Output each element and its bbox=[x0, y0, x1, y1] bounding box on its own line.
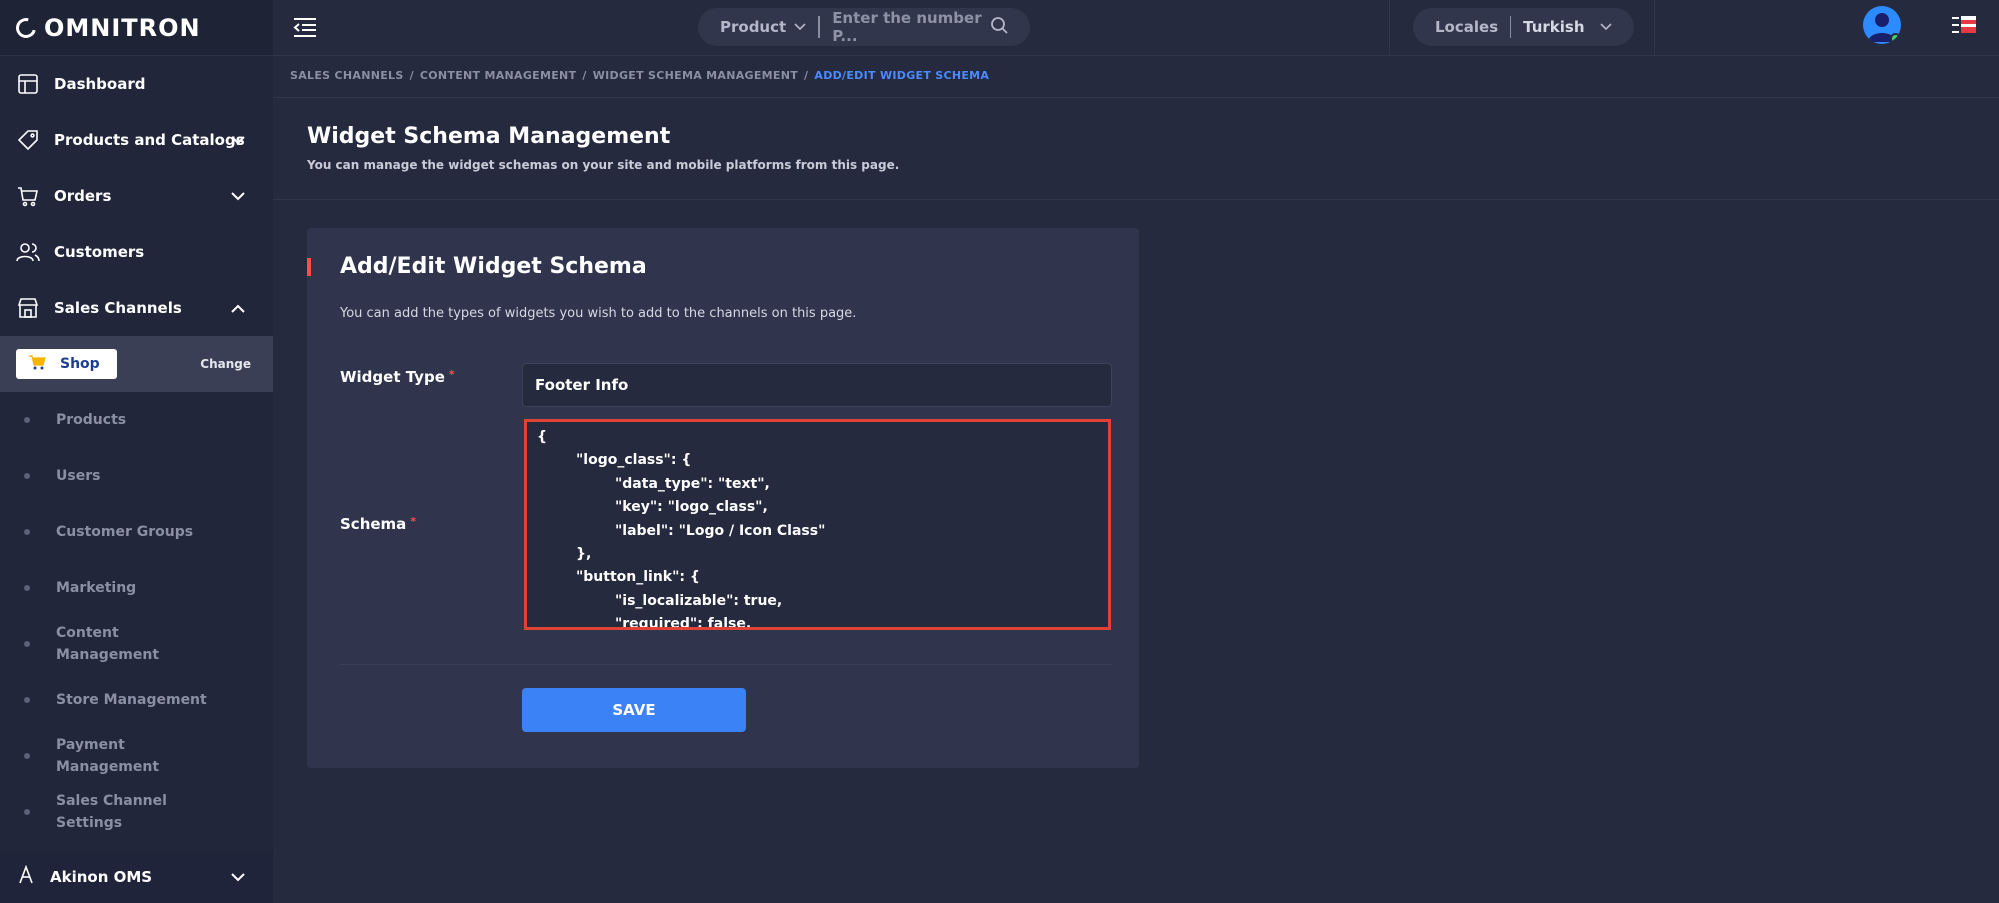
schema-textarea[interactable]: { "logo_class": { "data_type": "text", "… bbox=[524, 419, 1111, 630]
divider bbox=[340, 664, 1112, 665]
sidebar-subitem-customer-groups[interactable]: Customer Groups bbox=[0, 504, 273, 560]
breadcrumb-item[interactable]: WIDGET SCHEMA MANAGEMENT bbox=[593, 69, 798, 82]
tag-icon bbox=[16, 128, 40, 152]
sidebar-subitem-store-management[interactable]: Store Management bbox=[0, 672, 273, 728]
divider bbox=[1654, 0, 1655, 56]
sidebar-item-label: Sales Channels bbox=[54, 299, 182, 317]
divider bbox=[1510, 16, 1512, 38]
divider bbox=[273, 97, 1999, 98]
cart-icon bbox=[16, 184, 40, 208]
locale-selector[interactable]: Locales Turkish bbox=[1413, 8, 1634, 46]
sidebar-item-orders[interactable]: Orders bbox=[0, 168, 273, 224]
sidebar-subitem-content-management[interactable]: Content Management bbox=[0, 616, 273, 672]
card-title: Add/Edit Widget Schema bbox=[340, 254, 647, 279]
breadcrumb-item[interactable]: SALES CHANNELS bbox=[290, 69, 404, 82]
search-icon[interactable] bbox=[990, 16, 1008, 38]
schema-label: Schema * bbox=[340, 515, 417, 533]
sidebar-item-akinon-oms[interactable]: Akinon OMS bbox=[0, 851, 273, 903]
page-title: Widget Schema Management bbox=[307, 124, 671, 149]
avatar[interactable] bbox=[1863, 6, 1901, 44]
bullet-icon bbox=[24, 641, 30, 647]
change-channel-link[interactable]: Change bbox=[200, 357, 251, 371]
sidebar-item-dashboard[interactable]: Dashboard bbox=[0, 56, 273, 112]
sidebar: OMNITRON Dashboard Products and Catalogs… bbox=[0, 0, 273, 903]
omnitron-logo-icon bbox=[12, 13, 40, 42]
divider bbox=[1389, 0, 1390, 56]
sidebar-item-label: Dashboard bbox=[54, 75, 146, 93]
bullet-icon bbox=[24, 529, 30, 535]
menu-collapse-icon[interactable] bbox=[293, 16, 317, 42]
widget-type-select[interactable]: Footer Info bbox=[522, 363, 1112, 407]
widget-type-label: Widget Type * bbox=[340, 368, 455, 386]
top-bar: Product Enter the number P... Locales Tu… bbox=[273, 0, 1999, 56]
chevron-down-icon bbox=[1600, 23, 1612, 31]
channel-selector: Shop Change bbox=[0, 336, 273, 392]
chevron-down-icon[interactable] bbox=[231, 187, 245, 205]
chevron-down-icon bbox=[794, 23, 806, 31]
divider bbox=[818, 16, 821, 38]
sidebar-subitem-marketing[interactable]: Marketing bbox=[0, 560, 273, 616]
sidebar-subitem-payment-management[interactable]: Payment Management bbox=[0, 728, 273, 784]
card-description: You can add the types of widgets you wis… bbox=[340, 306, 857, 321]
chevron-down-icon[interactable] bbox=[231, 131, 245, 149]
sidebar-subitem-products[interactable]: Products bbox=[0, 392, 273, 448]
divider bbox=[273, 199, 1999, 200]
global-search: Product Enter the number P... bbox=[698, 8, 1030, 46]
locale-value: Turkish bbox=[1523, 18, 1585, 36]
bullet-icon bbox=[24, 473, 30, 479]
sidebar-item-label: Akinon OMS bbox=[50, 868, 153, 886]
sidebar-item-sales-channels[interactable]: Sales Channels bbox=[0, 280, 273, 336]
sidebar-item-label: Customers bbox=[54, 243, 145, 261]
required-marker: * bbox=[448, 368, 455, 381]
bullet-icon bbox=[24, 585, 30, 591]
channel-name: Shop bbox=[60, 356, 100, 372]
chevron-up-icon[interactable] bbox=[231, 299, 245, 317]
sidebar-item-label: Products and Catalogs bbox=[54, 131, 245, 149]
breadcrumb: SALES CHANNELS / CONTENT MANAGEMENT / WI… bbox=[290, 69, 990, 82]
search-input[interactable]: Enter the number P... bbox=[832, 9, 990, 45]
breadcrumb-item[interactable]: CONTENT MANAGEMENT bbox=[420, 69, 576, 82]
sidebar-item-products-and-catalogs[interactable]: Products and Catalogs bbox=[0, 112, 273, 168]
dashboard-icon bbox=[16, 72, 40, 96]
sidebar-item-label: Orders bbox=[54, 187, 112, 205]
bullet-icon bbox=[24, 753, 30, 759]
app-logo[interactable]: OMNITRON bbox=[0, 0, 273, 56]
sidebar-subitem-users[interactable]: Users bbox=[0, 448, 273, 504]
locales-label: Locales bbox=[1435, 18, 1499, 36]
store-icon bbox=[16, 296, 40, 320]
save-button[interactable]: SAVE bbox=[522, 688, 746, 732]
logo-text: OMNITRON bbox=[44, 13, 201, 42]
oms-icon bbox=[16, 864, 36, 889]
bullet-icon bbox=[24, 809, 30, 815]
shopping-cart-icon bbox=[28, 354, 46, 374]
page-subtitle: You can manage the widget schemas on you… bbox=[307, 158, 900, 172]
title-accent bbox=[307, 258, 311, 276]
bullet-icon bbox=[24, 697, 30, 703]
shop-channel-button[interactable]: Shop bbox=[16, 349, 117, 379]
breadcrumb-active: ADD/EDIT WIDGET SCHEMA bbox=[814, 69, 990, 82]
bullet-icon bbox=[24, 417, 30, 423]
widget-schema-form-card: Add/Edit Widget Schema You can add the t… bbox=[307, 228, 1139, 768]
online-status-icon bbox=[1890, 33, 1901, 44]
search-type-select[interactable]: Product bbox=[720, 18, 806, 36]
required-marker: * bbox=[410, 515, 417, 528]
chevron-down-icon[interactable] bbox=[231, 868, 245, 886]
flag-notification-icon[interactable] bbox=[1951, 14, 1977, 40]
sidebar-item-customers[interactable]: Customers bbox=[0, 224, 273, 280]
users-icon bbox=[16, 240, 40, 264]
sidebar-subitem-sales-channel-settings[interactable]: Sales Channel Settings bbox=[0, 784, 273, 840]
